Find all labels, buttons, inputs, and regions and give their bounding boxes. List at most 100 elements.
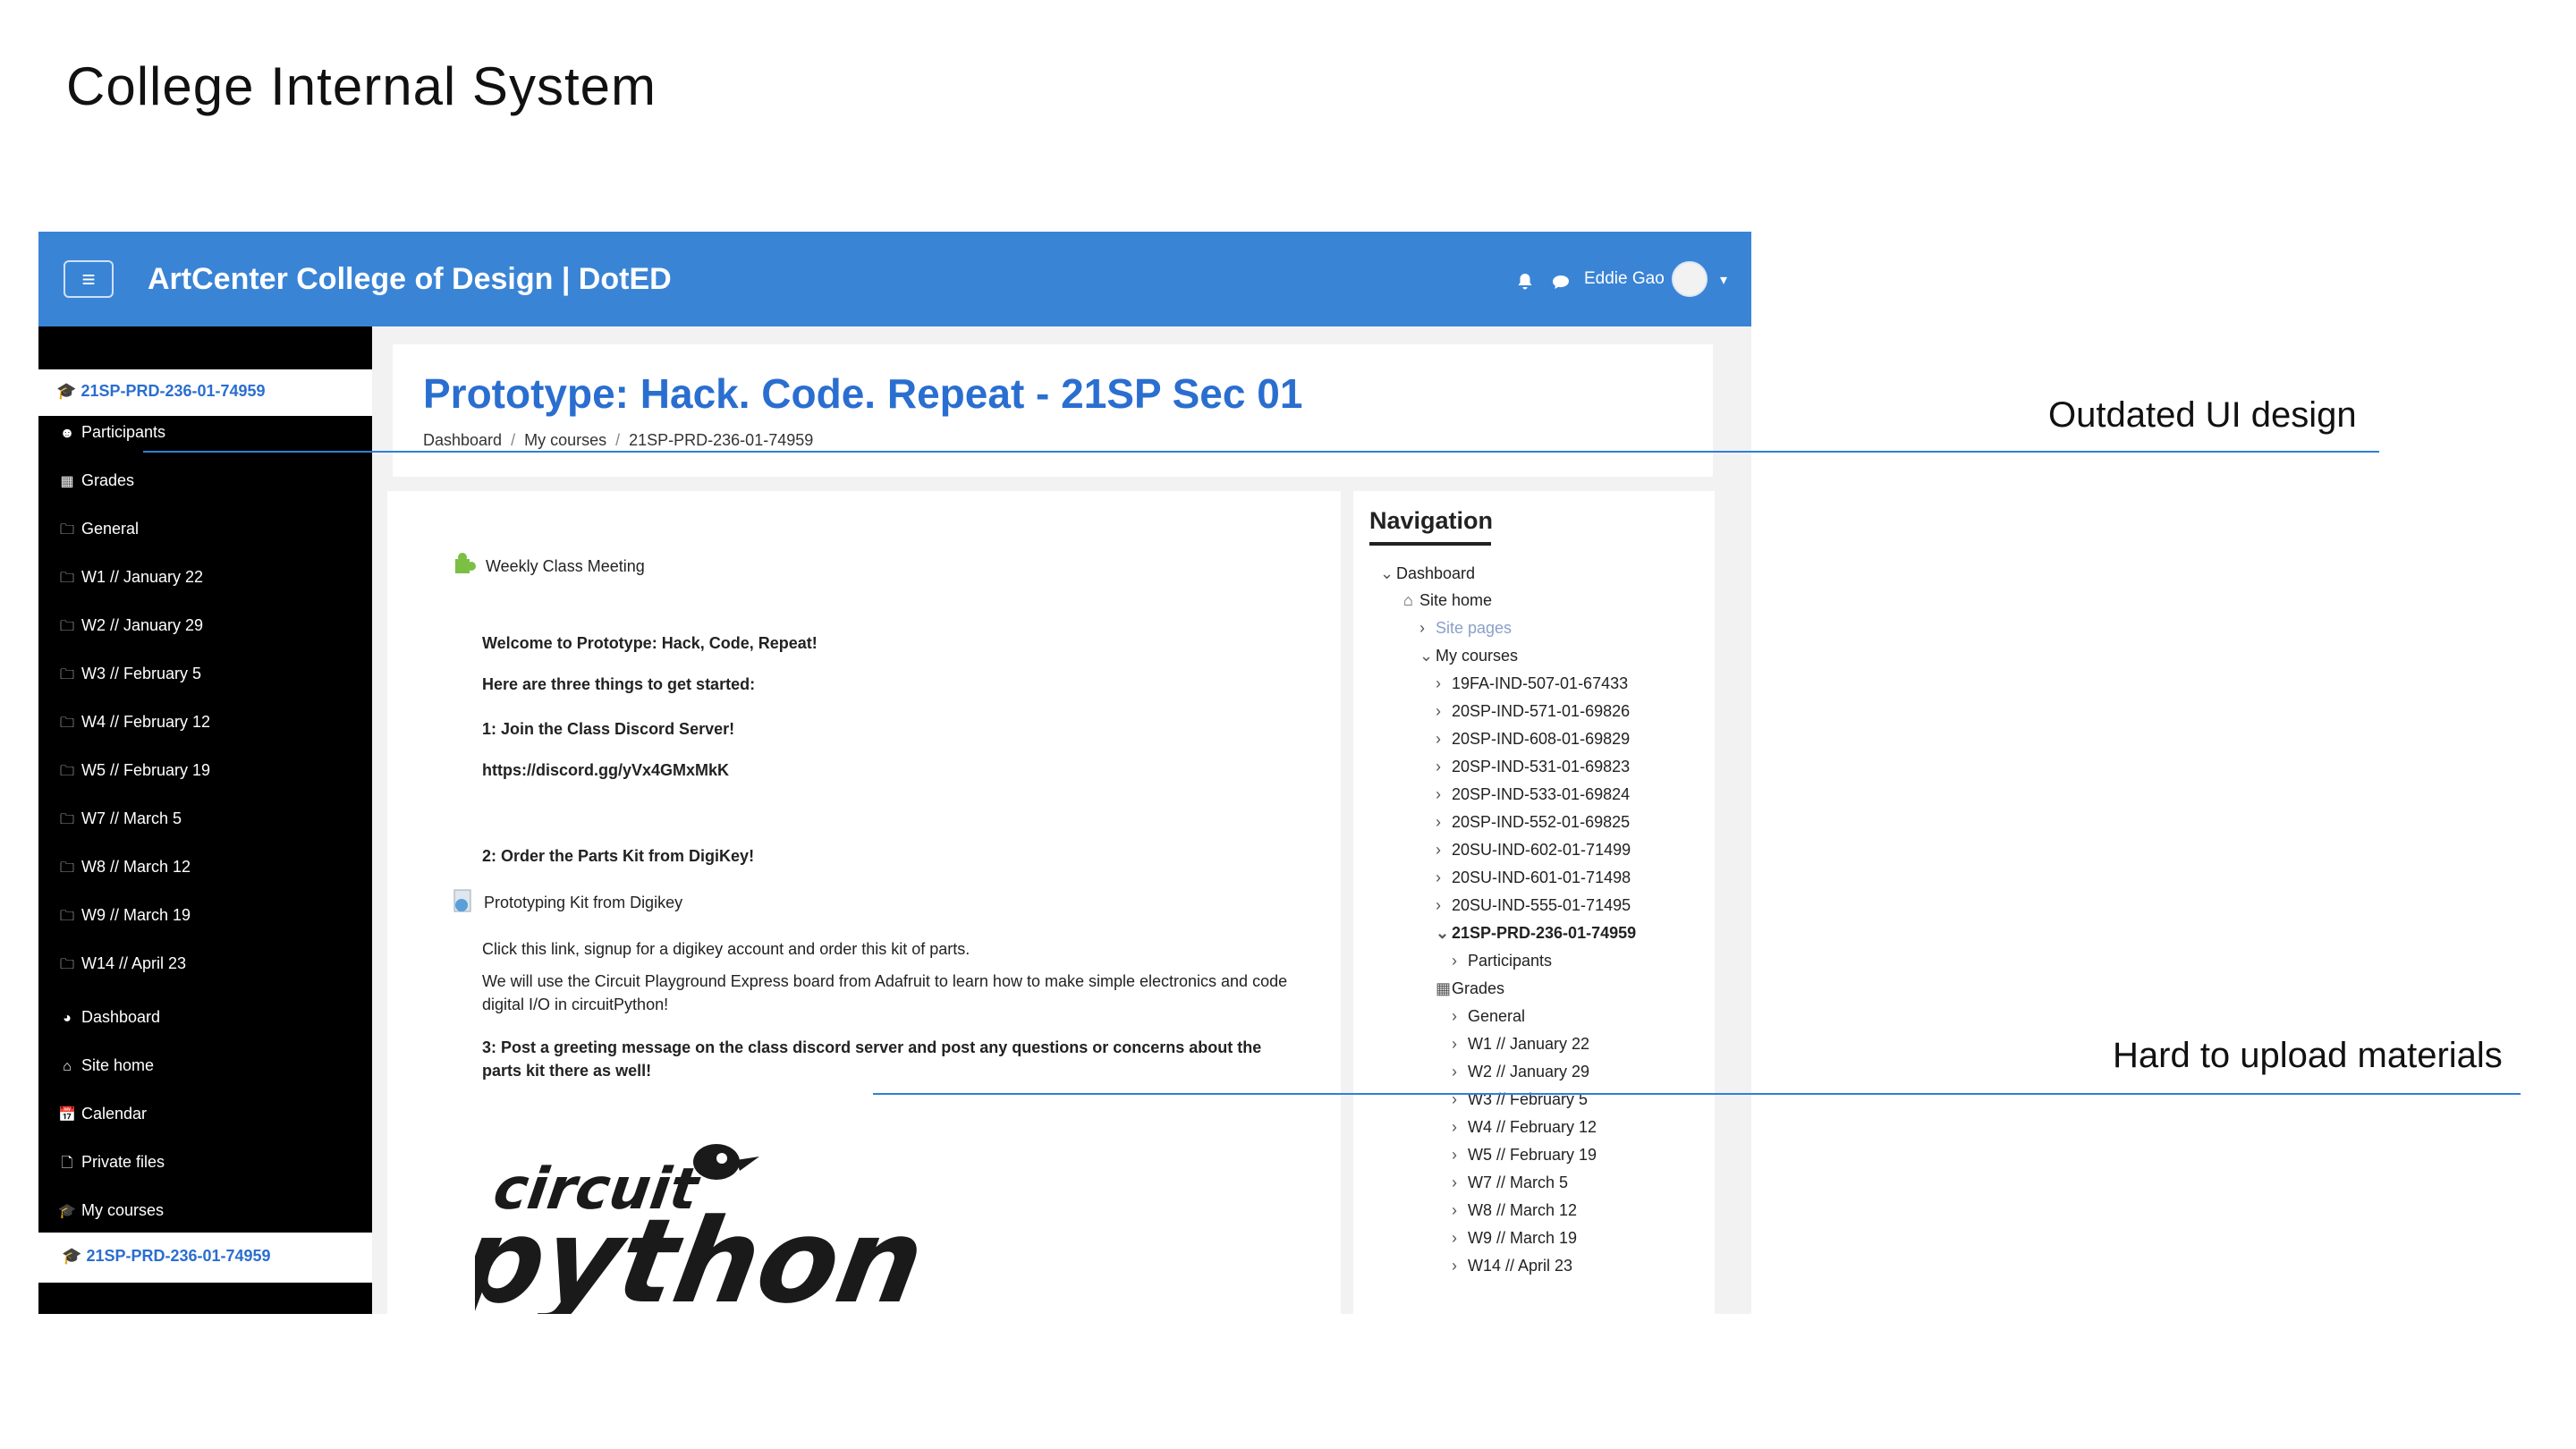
folder-icon: 🗀 (59, 716, 74, 731)
sidebar-item-w7[interactable]: 🗀 W7 // March 5 (58, 809, 182, 834)
annotation-line-ui (143, 451, 2379, 453)
nav-section[interactable]: › W1 // January 22 (1452, 1035, 1589, 1054)
nav-course[interactable]: › 20SP-IND-533-01-69824 (1436, 785, 1630, 804)
chevron-right-icon: › (1452, 1229, 1457, 1247)
nav-section[interactable]: › W14 // April 23 (1452, 1257, 1572, 1275)
nav-course[interactable]: › 20SP-IND-608-01-69829 (1436, 730, 1630, 749)
table-icon: ▦ (60, 474, 74, 489)
sidebar-item-private-files[interactable]: 🗋 Private files (58, 1153, 165, 1177)
nav-course[interactable]: › 20SU-IND-555-01-71495 (1436, 896, 1631, 915)
sidebar-item-w14[interactable]: 🗀 W14 // April 23 (58, 954, 186, 979)
bell-icon[interactable] (1514, 271, 1536, 292)
chevron-down-icon: ⌄ (1419, 647, 1434, 665)
step2-text: 2: Order the Parts Kit from DigiKey! (482, 847, 755, 865)
chevron-right-icon: › (1452, 1174, 1457, 1191)
navigation-title: Navigation (1369, 507, 1494, 534)
nav-section[interactable]: › W9 // March 19 (1452, 1229, 1577, 1248)
nav-site-pages[interactable]: › Site pages (1419, 619, 1512, 638)
sidebar-item-grades[interactable]: ▦ Grades (58, 471, 134, 490)
home-icon: ⌂ (63, 1059, 72, 1074)
chevron-right-icon: › (1436, 730, 1441, 748)
top-bar: ≡ ArtCenter College of Design | DotED Ed… (38, 232, 1751, 326)
folder-icon: 🗀 (59, 957, 74, 972)
breadcrumb-dashboard[interactable]: Dashboard (423, 431, 502, 449)
nav-section[interactable]: › W2 // January 29 (1452, 1063, 1589, 1081)
kit-link[interactable]: Prototyping Kit from Digikey (484, 894, 682, 912)
sidebar-item-general[interactable]: 🗀 General (58, 520, 139, 544)
site-brand[interactable]: ArtCenter College of Design | DotED (148, 262, 672, 297)
sidebar-item-w4[interactable]: 🗀 W4 // February 12 (58, 713, 210, 737)
nav-course[interactable]: › 20SP-IND-531-01-69823 (1436, 758, 1630, 776)
page-title: Prototype: Hack. Code. Repeat - 21SP Sec… (423, 370, 1303, 417)
sidebar-item-dashboard[interactable]: ◕ Dashboard (58, 1008, 160, 1027)
folder-icon: 🗀 (59, 860, 74, 876)
step3-text-2: parts kit there as well! (482, 1062, 652, 1080)
folder-icon: 🗀 (59, 522, 74, 538)
logo-text-bottom: python (475, 1193, 934, 1314)
chevron-right-icon: › (1436, 869, 1441, 886)
chevron-down-icon: ⌄ (1436, 924, 1450, 942)
nav-course[interactable]: › 19FA-IND-507-01-67433 (1436, 674, 1628, 693)
nav-section[interactable]: › W7 // March 5 (1452, 1174, 1568, 1192)
graduation-cap-icon: 🎓 (58, 1204, 76, 1219)
nav-dashboard[interactable]: ⌄ Dashboard (1380, 564, 1475, 583)
nav-course[interactable]: › 20SU-IND-601-01-71498 (1436, 869, 1631, 887)
users-icon: ☻ (59, 426, 75, 441)
chat-icon[interactable] (1550, 271, 1572, 292)
avatar[interactable] (1672, 261, 1707, 297)
folder-icon: 🗀 (59, 764, 74, 779)
nav-section[interactable]: › W8 // March 12 (1452, 1201, 1577, 1220)
folder-icon: 🗀 (59, 909, 74, 924)
nav-current-course[interactable]: ⌄ 21SP-PRD-236-01-74959 (1436, 924, 1636, 943)
breadcrumb-my-courses[interactable]: My courses (524, 431, 606, 449)
discord-link[interactable]: https://discord.gg/yVx4GMxMkK (482, 761, 729, 780)
annotation-hard-upload: Hard to upload materials (2113, 1036, 2503, 1075)
sidebar-item-site-home[interactable]: ⌂ Site home (58, 1056, 154, 1075)
sidebar-item-w9[interactable]: 🗀 W9 // March 19 (58, 906, 191, 930)
sidebar-bottom-course[interactable]: 🎓 21SP-PRD-236-01-74959 (38, 1233, 372, 1283)
sidebar-item-my-courses[interactable]: 🎓 My courses (58, 1201, 164, 1220)
hamburger-icon[interactable]: ≡ (64, 260, 114, 298)
nav-my-courses[interactable]: ⌄ My courses (1419, 647, 1518, 665)
step3-text-1: 3: Post a greeting message on the class … (482, 1038, 1262, 1056)
weekly-meeting-link[interactable]: Weekly Class Meeting (486, 557, 645, 576)
sidebar-item-w2[interactable]: 🗀 W2 // January 29 (58, 616, 203, 640)
chevron-right-icon: › (1436, 758, 1441, 775)
chevron-down-icon: ⌄ (1380, 564, 1394, 582)
lms-screenshot: ≡ ArtCenter College of Design | DotED Ed… (38, 232, 1751, 1314)
chevron-right-icon: › (1452, 1118, 1457, 1136)
sidebar-item-w3[interactable]: 🗀 W3 // February 5 (58, 665, 201, 689)
sidebar-current-course[interactable]: 🎓 21SP-PRD-236-01-74959 (38, 369, 372, 416)
intro-text: Here are three things to get started: (482, 675, 756, 693)
chevron-right-icon: › (1436, 813, 1441, 831)
sidebar-item-participants[interactable]: ☻ Participants (58, 423, 165, 442)
sidebar-item-w8[interactable]: 🗀 W8 // March 12 (58, 858, 191, 882)
nav-section[interactable]: › W5 // February 19 (1452, 1146, 1597, 1165)
puzzle-icon (455, 553, 476, 573)
chevron-right-icon: › (1436, 702, 1441, 720)
nav-participants[interactable]: › Participants (1452, 952, 1552, 970)
sidebar-item-w1[interactable]: 🗀 W1 // January 22 (58, 568, 203, 592)
chevron-down-icon[interactable]: ▾ (1720, 271, 1727, 289)
board-description-1: We will use the Circuit Playground Expre… (482, 972, 1288, 990)
url-resource-icon (453, 889, 471, 912)
nav-course[interactable]: › 20SP-IND-552-01-69825 (1436, 813, 1630, 832)
welcome-text: Welcome to Prototype: Hack, Code, Repeat… (482, 634, 818, 652)
chevron-right-icon: › (1419, 619, 1425, 637)
nav-site-home[interactable]: ⌂ Site home (1403, 591, 1492, 610)
chevron-right-icon: › (1452, 1257, 1457, 1275)
nav-section[interactable]: › W4 // February 12 (1452, 1118, 1597, 1137)
user-name[interactable]: Eddie Gao (1584, 269, 1665, 289)
nav-course[interactable]: › 20SU-IND-602-01-71499 (1436, 841, 1631, 860)
graduation-cap-icon: 🎓 (56, 382, 77, 400)
sidebar-item-calendar[interactable]: 📅 Calendar (58, 1105, 147, 1123)
home-icon: ⌂ (1403, 591, 1413, 609)
step1-text: 1: Join the Class Discord Server! (482, 720, 735, 738)
sidebar-item-w5[interactable]: 🗀 W5 // February 19 (58, 761, 210, 785)
navigation-underline (1369, 542, 1491, 546)
breadcrumb-course[interactable]: 21SP-PRD-236-01-74959 (629, 431, 813, 449)
nav-grades[interactable]: ▦Grades (1436, 979, 1504, 998)
dashboard-icon: ◕ (63, 1011, 72, 1026)
nav-section[interactable]: › General (1452, 1007, 1525, 1026)
nav-course[interactable]: › 20SP-IND-571-01-69826 (1436, 702, 1630, 721)
